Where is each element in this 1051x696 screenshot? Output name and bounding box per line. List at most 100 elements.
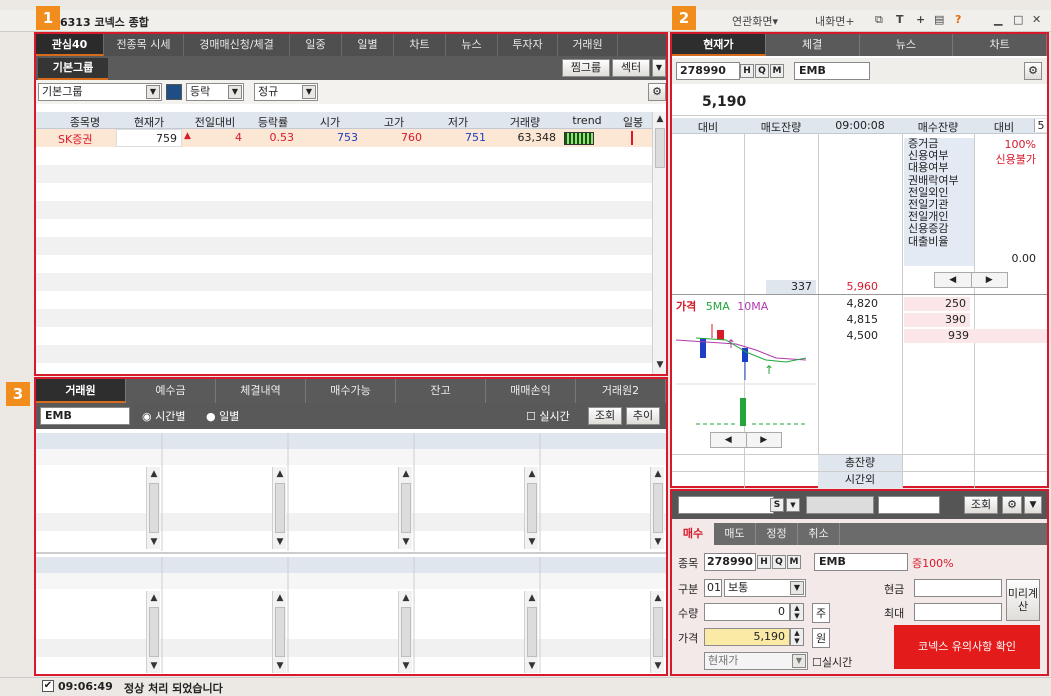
scroll-up-icon[interactable]: ▲ <box>651 467 665 481</box>
text-tool-icon[interactable]: T <box>896 13 904 26</box>
order-type-select[interactable]: 보통 ▼ <box>724 579 806 597</box>
settings-gear-icon[interactable]: ⚙ <box>648 83 666 101</box>
scroll-down-icon[interactable]: ▼ <box>525 535 539 549</box>
col-scrollbar[interactable]: ▲ ▼ <box>524 591 538 673</box>
history-button[interactable]: H <box>757 555 771 569</box>
qty-input[interactable]: 0 <box>704 603 790 621</box>
chart-scroll[interactable]: ◀ ▶ <box>710 432 782 448</box>
scroll-down-icon[interactable]: ▼ <box>653 358 667 372</box>
chevron-right-icon[interactable]: ▶ <box>747 433 782 447</box>
stock-name-field[interactable]: EMB <box>814 553 908 571</box>
close-icon[interactable]: ✕ <box>1032 13 1041 26</box>
chevron-right-icon[interactable]: ▶ <box>972 273 1008 287</box>
scroll-thumb[interactable] <box>401 607 411 657</box>
tab-modify[interactable]: 정정 <box>756 523 798 545</box>
col-scrollbar[interactable]: ▲ ▼ <box>650 467 664 549</box>
tab-intraday[interactable]: 일중 <box>290 34 342 56</box>
help-icon[interactable]: ? <box>955 13 961 26</box>
tab-trades[interactable]: 체결 <box>766 34 860 56</box>
scroll-thumb[interactable] <box>149 607 159 657</box>
tab-sell[interactable]: 매도 <box>714 523 756 545</box>
maximize-icon[interactable]: □ <box>1013 13 1023 26</box>
scroll-thumb[interactable] <box>149 483 159 533</box>
scroll-up-icon[interactable]: ▲ <box>399 467 413 481</box>
tab-executions[interactable]: 체결내역 <box>216 379 306 403</box>
tab-all-quotes[interactable]: 전종목 시세 <box>104 34 184 56</box>
tab-news[interactable]: 뉴스 <box>446 34 498 56</box>
tab-broker[interactable]: 거래원 <box>36 379 126 403</box>
history-button[interactable]: H <box>740 64 754 78</box>
trend-button[interactable]: 추이 <box>626 407 660 425</box>
search-icon[interactable]: Q <box>772 555 786 569</box>
scroll-down-icon[interactable]: ▼ <box>651 659 665 673</box>
scroll-thumb[interactable] <box>275 607 285 657</box>
tab-watch40[interactable]: 관심40 <box>36 34 104 56</box>
pre-calc-button[interactable]: 미리계산 <box>1006 579 1040 621</box>
scroll-down-icon[interactable]: ▼ <box>399 659 413 673</box>
tab-broker2[interactable]: 거래원2 <box>576 379 666 403</box>
bid-price[interactable]: 4,820 <box>822 297 879 310</box>
tab-auction[interactable]: 경매매신청/체결 <box>184 34 290 56</box>
related-screens-menu[interactable]: 연관화면▾ <box>732 13 778 29</box>
realtime-checkbox[interactable]: ☐실시간 <box>812 654 852 670</box>
query-button[interactable]: 조회 <box>964 496 998 514</box>
screen-link-icon[interactable]: ⧉ <box>875 13 883 27</box>
minimize-icon[interactable]: ▁ <box>994 13 1002 26</box>
group-tab[interactable]: 기본그룹 <box>38 58 108 80</box>
scroll-up-icon[interactable]: ▲ <box>653 112 667 126</box>
settings-gear-icon[interactable]: ⚙ <box>1024 62 1042 80</box>
tab-news[interactable]: 뉴스 <box>860 34 954 56</box>
tab-deposit[interactable]: 예수금 <box>126 379 216 403</box>
col-scrollbar[interactable]: ▲ ▼ <box>524 467 538 549</box>
scroll-up-icon[interactable]: ▲ <box>525 467 539 481</box>
qty-stepper[interactable]: ▲ ▼ <box>790 603 804 621</box>
scroll-down-icon[interactable]: ▼ <box>399 535 413 549</box>
tab-daily[interactable]: 일별 <box>342 34 394 56</box>
scroll-thumb[interactable] <box>401 483 411 533</box>
price-stepper[interactable]: ▲ ▼ <box>790 628 804 646</box>
col-scrollbar[interactable]: ▲ ▼ <box>398 467 412 549</box>
stock-code-input[interactable]: 278990 <box>704 553 756 571</box>
scroll-up-icon[interactable]: ▲ <box>651 591 665 605</box>
session-select[interactable]: 정규 ▼ <box>254 83 318 101</box>
stock-code-input[interactable]: 278990 <box>676 62 740 80</box>
bid-price[interactable]: 4,500 <box>822 329 879 342</box>
expand-down-icon[interactable]: ▼ <box>1024 496 1042 514</box>
bid-price[interactable]: 4,815 <box>822 313 879 326</box>
col-scrollbar[interactable]: ▲ ▼ <box>398 591 412 673</box>
scroll-thumb[interactable] <box>527 607 537 657</box>
scroll-thumb[interactable] <box>527 483 537 533</box>
memo-button[interactable]: M <box>770 64 784 78</box>
watchlist-scrollbar[interactable]: ▲ ▼ <box>652 112 666 374</box>
print-icon[interactable]: ▤ <box>934 13 944 26</box>
order-type-code[interactable]: 01 <box>704 579 722 597</box>
scroll-thumb[interactable] <box>653 607 663 657</box>
tab-buying-power[interactable]: 매수가능 <box>306 379 396 403</box>
chevron-left-icon[interactable]: ◀ <box>935 273 972 287</box>
tab-current-price[interactable]: 현재가 <box>672 34 766 56</box>
ask-price[interactable]: 5,960 <box>822 280 879 293</box>
tab-balance[interactable]: 잔고 <box>396 379 486 403</box>
scroll-thumb[interactable] <box>275 483 285 533</box>
stock-name-field[interactable]: EMB <box>40 407 130 425</box>
scroll-down-icon[interactable]: ▼ <box>651 535 665 549</box>
scroll-up-icon[interactable]: ▲ <box>273 467 287 481</box>
password-field[interactable] <box>878 496 940 514</box>
col-scrollbar[interactable]: ▲ ▼ <box>272 591 286 673</box>
scroll-down-icon[interactable]: ▼ <box>273 659 287 673</box>
tab-investor[interactable]: 투자자 <box>498 34 558 56</box>
scroll-up-icon[interactable]: ▲ <box>273 591 287 605</box>
info-scroll[interactable]: ◀ ▶ <box>934 272 1008 288</box>
search-icon[interactable]: Q <box>755 64 769 78</box>
sort-select[interactable]: 등락 ▼ <box>186 83 244 101</box>
tab-broker[interactable]: 거래원 <box>558 34 618 56</box>
tab-pnl[interactable]: 매매손익 <box>486 379 576 403</box>
settings-gear-icon[interactable]: ⚙ <box>1002 496 1022 514</box>
account-field[interactable] <box>678 496 774 514</box>
scroll-thumb[interactable] <box>653 483 663 533</box>
col-scrollbar[interactable]: ▲ ▼ <box>272 467 286 549</box>
scroll-up-icon[interactable]: ▲ <box>147 467 161 481</box>
tab-chart[interactable]: 차트 <box>394 34 446 56</box>
more-dropdown-icon[interactable]: ▼ <box>652 59 666 77</box>
radio-hourly[interactable]: ◉ 시간별 <box>142 408 185 424</box>
